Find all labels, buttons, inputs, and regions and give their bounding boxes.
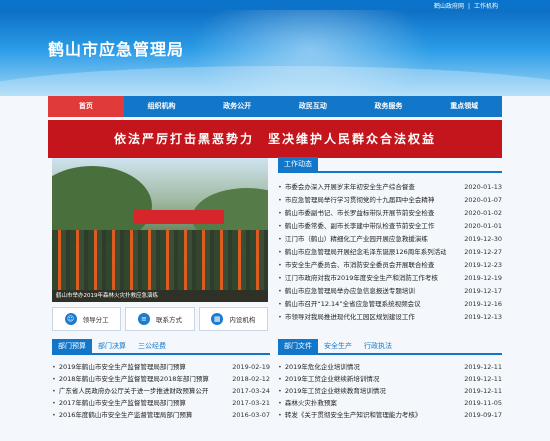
list-item[interactable]: 市委会办深入开展岁末年初安全生产综合督查2020-01-13 bbox=[278, 181, 502, 194]
quick-link-departments[interactable]: ▦ 内设机构 bbox=[198, 307, 268, 331]
site-title[interactable]: 鹤山市应急管理局 bbox=[48, 36, 184, 60]
list-item[interactable]: 江门市（鹤山）精细化工产业园开展应急救援演练2019-12-30 bbox=[278, 233, 502, 246]
quick-link-contact[interactable]: ≡ 联系方式 bbox=[125, 307, 195, 331]
quick-link-label: 内设机构 bbox=[229, 316, 256, 324]
top-links: 鹤山政府网 | 工作机构 bbox=[433, 3, 498, 10]
list-item[interactable]: 鹤山市应急管理局举办应急信息报送专题培训2019-12-17 bbox=[278, 285, 502, 298]
news-photo[interactable]: 鹤山市举办2019年森林火灾扑救应急演练 bbox=[52, 158, 268, 302]
list-item[interactable]: 2018年鹤山市安全生产监督管理局2018年部门预算2018-02-12 bbox=[52, 373, 270, 385]
top-link-gov[interactable]: 鹤山政府网 bbox=[434, 3, 464, 10]
top-link-org[interactable]: 工作机构 bbox=[474, 3, 498, 10]
dept-docs-list: 2019年危化企业培训情况2019-12-11 2019年工贸企业继续新培训情况… bbox=[278, 361, 502, 421]
slogan-banner: 依法严厉打击黑恶势力 坚决维护人民群众合法权益 bbox=[48, 120, 502, 158]
tab-dept-final-accounts[interactable]: 部门决算 bbox=[92, 339, 132, 353]
nav-organization[interactable]: 组织机构 bbox=[124, 96, 200, 117]
list-item[interactable]: 2019年工贸企业继续教育培训情况2019-12-11 bbox=[278, 385, 502, 397]
dept-docs-tabs: 部门文件 安全生产 行政执法 bbox=[278, 339, 502, 355]
nav-key-areas[interactable]: 重点领域 bbox=[426, 96, 502, 117]
tab-three-public-expenses[interactable]: 三公经费 bbox=[132, 339, 172, 353]
dept-budget-list: 2019年鹤山市安全生产监督管理局部门预算2019-02-19 2018年鹤山市… bbox=[52, 361, 270, 421]
list-item[interactable]: 2019年工贸企业继续新培训情况2019-12-11 bbox=[278, 373, 502, 385]
main-nav: 首页 组织机构 政务公开 政民互动 政务服务 重点领域 bbox=[48, 96, 502, 117]
list-item[interactable]: 2017年鹤山市安全生产监督管理局部门预算2017-03-21 bbox=[52, 397, 270, 409]
work-news-list: 市委会办深入开展岁末年初安全生产综合督查2020-01-13 市应急管理局举行学… bbox=[278, 181, 502, 324]
photo-caption[interactable]: 鹤山市举办2019年森林火灾扑救应急演练 bbox=[52, 290, 268, 302]
work-news-panel: 工作动态 市委会办深入开展岁末年初安全生产综合督查2020-01-13 市应急管… bbox=[278, 157, 502, 330]
dept-docs-panel: 部门文件 安全生产 行政执法 2019年危化企业培训情况2019-12-11 2… bbox=[278, 339, 502, 440]
list-item[interactable]: 鹤山市应急管理局开展纪念毛泽东诞辰126周年系列活动2019-12-27 bbox=[278, 246, 502, 259]
list-item[interactable]: 市领导对我局推进现代化工园区规划建设工作2019-12-13 bbox=[278, 311, 502, 324]
quick-link-label: 领导分工 bbox=[82, 316, 109, 324]
quick-link-leadership[interactable]: ☺ 领导分工 bbox=[52, 307, 122, 331]
list-item[interactable]: 鹤山市召开“12.14”全省应急管理系统视频会议2019-12-16 bbox=[278, 298, 502, 311]
building-icon: ▦ bbox=[211, 313, 224, 325]
list-item[interactable]: 鹤山市委常委、副市长李建中带队检查节前安全工作2020-01-01 bbox=[278, 220, 502, 233]
nav-home[interactable]: 首页 bbox=[48, 96, 124, 117]
list-item[interactable]: 2016年度鹤山市安全生产监督管理局部门预算2016-03-07 bbox=[52, 409, 270, 421]
nav-gov-affairs[interactable]: 政务公开 bbox=[199, 96, 275, 117]
document-icon: ≡ bbox=[137, 313, 150, 325]
quick-link-label: 联系方式 bbox=[155, 316, 182, 324]
list-item[interactable]: 转发《关于贯彻安全生产知识和管理能力考核》2019-09-17 bbox=[278, 409, 502, 421]
dept-budget-panel: 部门预算 部门决算 三公经费 2019年鹤山市安全生产监督管理局部门预算2019… bbox=[52, 339, 270, 440]
nav-interaction[interactable]: 政民互动 bbox=[275, 96, 351, 117]
top-bar: 鹤山政府网 | 工作机构 bbox=[0, 0, 550, 10]
list-item[interactable]: 广东省人民政府办公厅关于进一步推进财政预算公开2017-03-24 bbox=[52, 385, 270, 397]
tab-dept-docs[interactable]: 部门文件 bbox=[278, 339, 318, 353]
list-item[interactable]: 2019年鹤山市安全生产监督管理局部门预算2019-02-19 bbox=[52, 361, 270, 373]
work-news-tabs: 工作动态 bbox=[278, 157, 502, 173]
tab-safety-production[interactable]: 安全生产 bbox=[318, 339, 358, 353]
banner-wave bbox=[0, 66, 550, 96]
nav-services[interactable]: 政务服务 bbox=[351, 96, 427, 117]
list-item[interactable]: 江门市政府对我市2019年度安全生产和消防工作考核2019-12-19 bbox=[278, 272, 502, 285]
header-banner: 鹤山市应急管理局 bbox=[0, 10, 550, 96]
list-item[interactable]: 市安全生产委员会、市消防安全委员会开展联合检查2019-12-23 bbox=[278, 259, 502, 272]
list-item[interactable]: 2019年危化企业培训情况2019-12-11 bbox=[278, 361, 502, 373]
list-item[interactable]: 市应急管理局举行学习贯彻党的十九届四中全会精神2020-01-07 bbox=[278, 194, 502, 207]
list-item[interactable]: 森林火灾扑救预案2019-11-05 bbox=[278, 397, 502, 409]
list-item[interactable]: 鹤山市委副书记、市长罗益标带队开展节前安全检查2020-01-02 bbox=[278, 207, 502, 220]
tab-work-news[interactable]: 工作动态 bbox=[278, 157, 318, 171]
tab-law-enforcement[interactable]: 行政执法 bbox=[358, 339, 398, 353]
person-icon: ☺ bbox=[64, 313, 77, 325]
dept-budget-tabs: 部门预算 部门决算 三公经费 bbox=[52, 339, 270, 355]
tab-dept-budget[interactable]: 部门预算 bbox=[52, 339, 92, 353]
quick-links: ☺ 领导分工 ≡ 联系方式 ▦ 内设机构 bbox=[52, 307, 268, 331]
